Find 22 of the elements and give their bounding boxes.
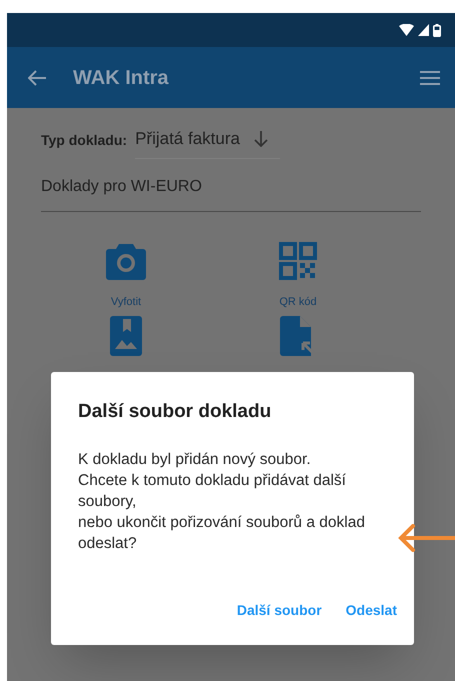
qr-code-icon xyxy=(279,242,317,280)
annotation-arrow-icon xyxy=(398,524,455,552)
doc-type-label: Typ dokladu: xyxy=(41,130,128,150)
dialog-message: K dokladu byl přidán nový soubor. Chcete k tomuto dokladu přidávat další soubory, nebo ukončit pořizování souborů a doklad odeslat? xyxy=(78,450,366,554)
action-button[interactable]: Vyfotit xyxy=(106,242,146,310)
app-title: WAK Intra xyxy=(73,66,169,90)
dialog-button[interactable]: Odeslat xyxy=(346,600,397,621)
camera-icon xyxy=(106,242,146,280)
description-field[interactable]: Doklady pro WI-EURO xyxy=(41,174,421,212)
battery-icon xyxy=(433,24,441,36)
menu-icon xyxy=(420,70,440,84)
back-arrow-icon xyxy=(28,70,46,86)
dialog-button[interactable]: Další soubor xyxy=(236,600,322,621)
signal-icon xyxy=(418,24,429,36)
image-icon xyxy=(110,316,142,356)
wifi-icon xyxy=(399,24,414,36)
down-arrow-icon xyxy=(254,130,268,147)
back-button[interactable] xyxy=(27,68,47,88)
dialog-title: Další soubor dokladu xyxy=(78,400,272,424)
action-button[interactable]: QR kód xyxy=(279,242,317,310)
action-button[interactable] xyxy=(110,316,142,356)
doc-type-dropdown[interactable]: Přijatá faktura xyxy=(135,122,280,158)
